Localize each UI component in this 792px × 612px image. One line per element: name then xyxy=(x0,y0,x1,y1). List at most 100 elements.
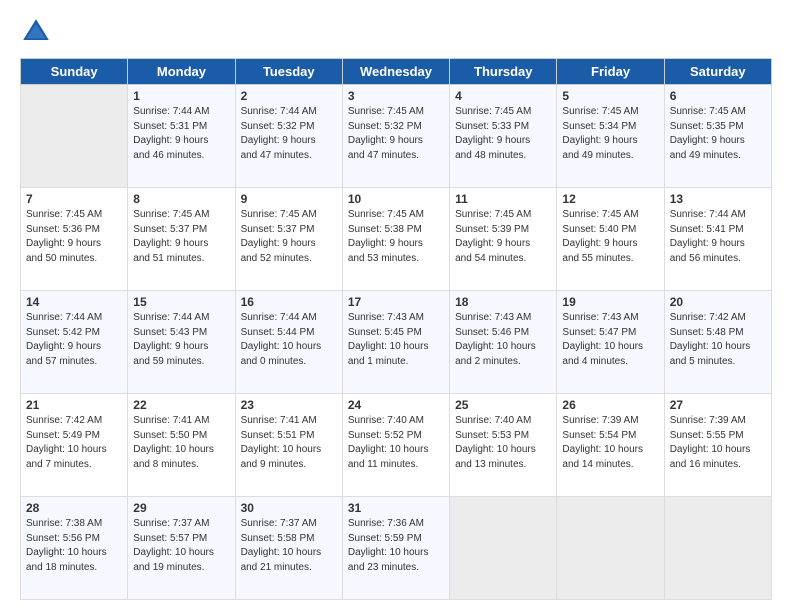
calendar-week-3: 14 Sunrise: 7:44 AMSunset: 5:42 PMDayligh… xyxy=(21,291,772,394)
day-number: 14 xyxy=(26,295,122,309)
day-number: 31 xyxy=(348,501,444,515)
day-info: Sunrise: 7:45 AMSunset: 5:38 PMDaylight:… xyxy=(348,208,444,266)
day-number: 19 xyxy=(562,295,658,309)
day-number: 30 xyxy=(241,501,337,515)
calendar-cell: 29 Sunrise: 7:37 AMSunset: 5:57 PMDayligh… xyxy=(128,497,235,600)
calendar-cell: 3Sunrise: 7:45 AMSunset: 5:32 PMDaylight… xyxy=(342,85,449,188)
calendar-cell: 18Sunrise: 7:43 AMSunset: 5:46 PMDayligh… xyxy=(450,291,557,394)
header-day-sunday: Sunday xyxy=(21,59,128,85)
day-info: Sunrise: 7:43 AMSunset: 5:47 PMDaylight:… xyxy=(562,311,658,369)
calendar-cell: 6 Sunrise: 7:45 AMSunset: 5:35 PMDaylight… xyxy=(664,85,771,188)
calendar-cell: 22 Sunrise: 7:41 AMSunset: 5:50 PMDayligh… xyxy=(128,394,235,497)
calendar-cell: 5 Sunrise: 7:45 AMSunset: 5:34 PMDaylight… xyxy=(557,85,664,188)
day-info: Sunrise: 7:45 AMSunset: 5:37 PMDaylight:… xyxy=(133,208,229,266)
day-info: Sunrise: 7:45 AMSunset: 5:34 PMDaylight:… xyxy=(562,105,658,163)
day-number: 4 xyxy=(455,89,551,103)
header-day-friday: Friday xyxy=(557,59,664,85)
day-number: 17 xyxy=(348,295,444,309)
day-info: Sunrise: 7:44 AMSunset: 5:42 PMDaylight:… xyxy=(26,311,122,369)
day-number: 6 xyxy=(670,89,766,103)
header-day-saturday: Saturday xyxy=(664,59,771,85)
calendar-header: SundayMondayTuesdayWednesdayThursdayFrid… xyxy=(21,59,772,85)
calendar-body: 1 Sunrise: 7:44 AMSunset: 5:31 PMDaylight… xyxy=(21,85,772,600)
day-number: 2 xyxy=(241,89,337,103)
calendar-table: SundayMondayTuesdayWednesdayThursdayFrid… xyxy=(20,58,772,600)
day-info: Sunrise: 7:37 AMSunset: 5:57 PMDaylight:… xyxy=(133,517,229,575)
day-number: 20 xyxy=(670,295,766,309)
day-info: Sunrise: 7:37 AMSunset: 5:58 PMDaylight:… xyxy=(241,517,337,575)
day-info: Sunrise: 7:45 AMSunset: 5:35 PMDaylight:… xyxy=(670,105,766,163)
calendar-cell: 4Sunrise: 7:45 AMSunset: 5:33 PMDaylight… xyxy=(450,85,557,188)
calendar-cell: 8 Sunrise: 7:45 AMSunset: 5:37 PMDaylight… xyxy=(128,188,235,291)
calendar-week-5: 28 Sunrise: 7:38 AMSunset: 5:56 PMDayligh… xyxy=(21,497,772,600)
calendar-cell: 1 Sunrise: 7:44 AMSunset: 5:31 PMDaylight… xyxy=(128,85,235,188)
day-info: Sunrise: 7:40 AMSunset: 5:52 PMDaylight:… xyxy=(348,414,444,472)
calendar-cell: 20 Sunrise: 7:42 AMSunset: 5:48 PMDayligh… xyxy=(664,291,771,394)
day-info: Sunrise: 7:43 AMSunset: 5:45 PMDaylight:… xyxy=(348,311,444,369)
day-number: 29 xyxy=(133,501,229,515)
day-number: 9 xyxy=(241,192,337,206)
day-number: 11 xyxy=(455,192,551,206)
calendar-cell: 16 Sunrise: 7:44 AMSunset: 5:44 PMDayligh… xyxy=(235,291,342,394)
calendar-cell: 15Sunrise: 7:44 AMSunset: 5:43 PMDayligh… xyxy=(128,291,235,394)
day-number: 16 xyxy=(241,295,337,309)
day-number: 12 xyxy=(562,192,658,206)
day-info: Sunrise: 7:42 AMSunset: 5:49 PMDaylight:… xyxy=(26,414,122,472)
calendar-week-1: 1 Sunrise: 7:44 AMSunset: 5:31 PMDaylight… xyxy=(21,85,772,188)
logo-icon xyxy=(20,16,52,48)
calendar-cell: 24 Sunrise: 7:40 AMSunset: 5:52 PMDayligh… xyxy=(342,394,449,497)
calendar-cell: 10 Sunrise: 7:45 AMSunset: 5:38 PMDayligh… xyxy=(342,188,449,291)
calendar-cell: 11 Sunrise: 7:45 AMSunset: 5:39 PMDayligh… xyxy=(450,188,557,291)
day-info: Sunrise: 7:45 AMSunset: 5:40 PMDaylight:… xyxy=(562,208,658,266)
day-number: 24 xyxy=(348,398,444,412)
day-number: 22 xyxy=(133,398,229,412)
calendar-cell: 13Sunrise: 7:44 AMSunset: 5:41 PMDayligh… xyxy=(664,188,771,291)
day-info: Sunrise: 7:38 AMSunset: 5:56 PMDaylight:… xyxy=(26,517,122,575)
calendar-cell: 23Sunrise: 7:41 AMSunset: 5:51 PMDayligh… xyxy=(235,394,342,497)
day-info: Sunrise: 7:39 AMSunset: 5:54 PMDaylight:… xyxy=(562,414,658,472)
day-number: 26 xyxy=(562,398,658,412)
calendar-week-2: 7 Sunrise: 7:45 AMSunset: 5:36 PMDaylight… xyxy=(21,188,772,291)
day-number: 1 xyxy=(133,89,229,103)
calendar-cell xyxy=(21,85,128,188)
day-number: 7 xyxy=(26,192,122,206)
header-day-tuesday: Tuesday xyxy=(235,59,342,85)
calendar-cell: 19 Sunrise: 7:43 AMSunset: 5:47 PMDayligh… xyxy=(557,291,664,394)
header-day-wednesday: Wednesday xyxy=(342,59,449,85)
day-info: Sunrise: 7:43 AMSunset: 5:46 PMDaylight:… xyxy=(455,311,551,369)
header-day-monday: Monday xyxy=(128,59,235,85)
day-info: Sunrise: 7:44 AMSunset: 5:32 PMDaylight:… xyxy=(241,105,337,163)
day-info: Sunrise: 7:39 AMSunset: 5:55 PMDaylight:… xyxy=(670,414,766,472)
header-day-thursday: Thursday xyxy=(450,59,557,85)
day-info: Sunrise: 7:45 AMSunset: 5:36 PMDaylight:… xyxy=(26,208,122,266)
day-number: 13 xyxy=(670,192,766,206)
calendar-cell: 14 Sunrise: 7:44 AMSunset: 5:42 PMDayligh… xyxy=(21,291,128,394)
calendar-cell: 28 Sunrise: 7:38 AMSunset: 5:56 PMDayligh… xyxy=(21,497,128,600)
day-info: Sunrise: 7:44 AMSunset: 5:44 PMDaylight:… xyxy=(241,311,337,369)
logo xyxy=(20,16,56,48)
day-number: 3 xyxy=(348,89,444,103)
day-number: 10 xyxy=(348,192,444,206)
day-number: 25 xyxy=(455,398,551,412)
header-row: SundayMondayTuesdayWednesdayThursdayFrid… xyxy=(21,59,772,85)
day-info: Sunrise: 7:45 AMSunset: 5:37 PMDaylight:… xyxy=(241,208,337,266)
calendar-cell xyxy=(557,497,664,600)
day-info: Sunrise: 7:44 AMSunset: 5:31 PMDaylight:… xyxy=(133,105,229,163)
calendar-cell: 9 Sunrise: 7:45 AMSunset: 5:37 PMDaylight… xyxy=(235,188,342,291)
day-number: 23 xyxy=(241,398,337,412)
day-number: 8 xyxy=(133,192,229,206)
day-info: Sunrise: 7:45 AMSunset: 5:39 PMDaylight:… xyxy=(455,208,551,266)
day-number: 5 xyxy=(562,89,658,103)
day-info: Sunrise: 7:42 AMSunset: 5:48 PMDaylight:… xyxy=(670,311,766,369)
day-number: 28 xyxy=(26,501,122,515)
calendar-week-4: 21 Sunrise: 7:42 AMSunset: 5:49 PMDayligh… xyxy=(21,394,772,497)
calendar-cell: 21 Sunrise: 7:42 AMSunset: 5:49 PMDayligh… xyxy=(21,394,128,497)
calendar-cell: 31 Sunrise: 7:36 AMSunset: 5:59 PMDayligh… xyxy=(342,497,449,600)
calendar-cell: 7 Sunrise: 7:45 AMSunset: 5:36 PMDaylight… xyxy=(21,188,128,291)
day-info: Sunrise: 7:36 AMSunset: 5:59 PMDaylight:… xyxy=(348,517,444,575)
calendar-cell xyxy=(664,497,771,600)
day-info: Sunrise: 7:41 AMSunset: 5:50 PMDaylight:… xyxy=(133,414,229,472)
calendar-cell: 2 Sunrise: 7:44 AMSunset: 5:32 PMDaylight… xyxy=(235,85,342,188)
day-number: 21 xyxy=(26,398,122,412)
calendar-cell: 17 Sunrise: 7:43 AMSunset: 5:45 PMDayligh… xyxy=(342,291,449,394)
